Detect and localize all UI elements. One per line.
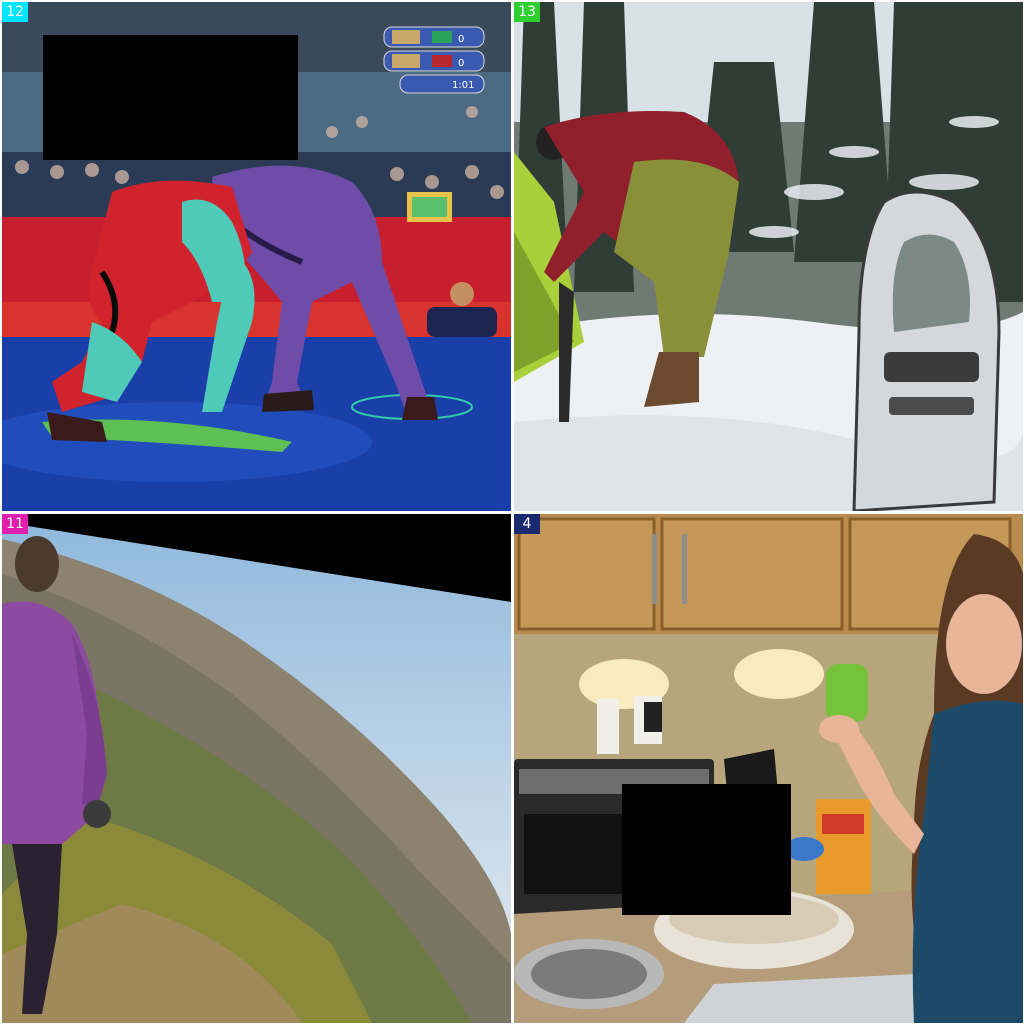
tile-kitchen: 4 (514, 514, 1023, 1023)
tile-badge: 11 (2, 514, 28, 534)
score-top: 0 (458, 34, 464, 45)
tile-badge: 12 (2, 2, 28, 22)
occlusion-box (43, 35, 298, 160)
tile-wrestling: 0 0 1:01 12 (2, 2, 511, 511)
snow-scene (514, 2, 1023, 511)
match-clock: 1:01 (452, 80, 474, 91)
occlusion-box (622, 784, 791, 915)
tile-snowshoe: 13 (514, 2, 1023, 511)
tile-hiker: 11 (2, 514, 511, 1023)
image-grid: 0 0 1:01 12 13 11 4 (0, 0, 1024, 1024)
hiker-scene (2, 514, 511, 1023)
tile-badge: 13 (514, 2, 540, 22)
kitchen-scene (514, 514, 1023, 1023)
tile-badge: 4 (514, 514, 540, 534)
score-bottom: 0 (458, 58, 464, 69)
